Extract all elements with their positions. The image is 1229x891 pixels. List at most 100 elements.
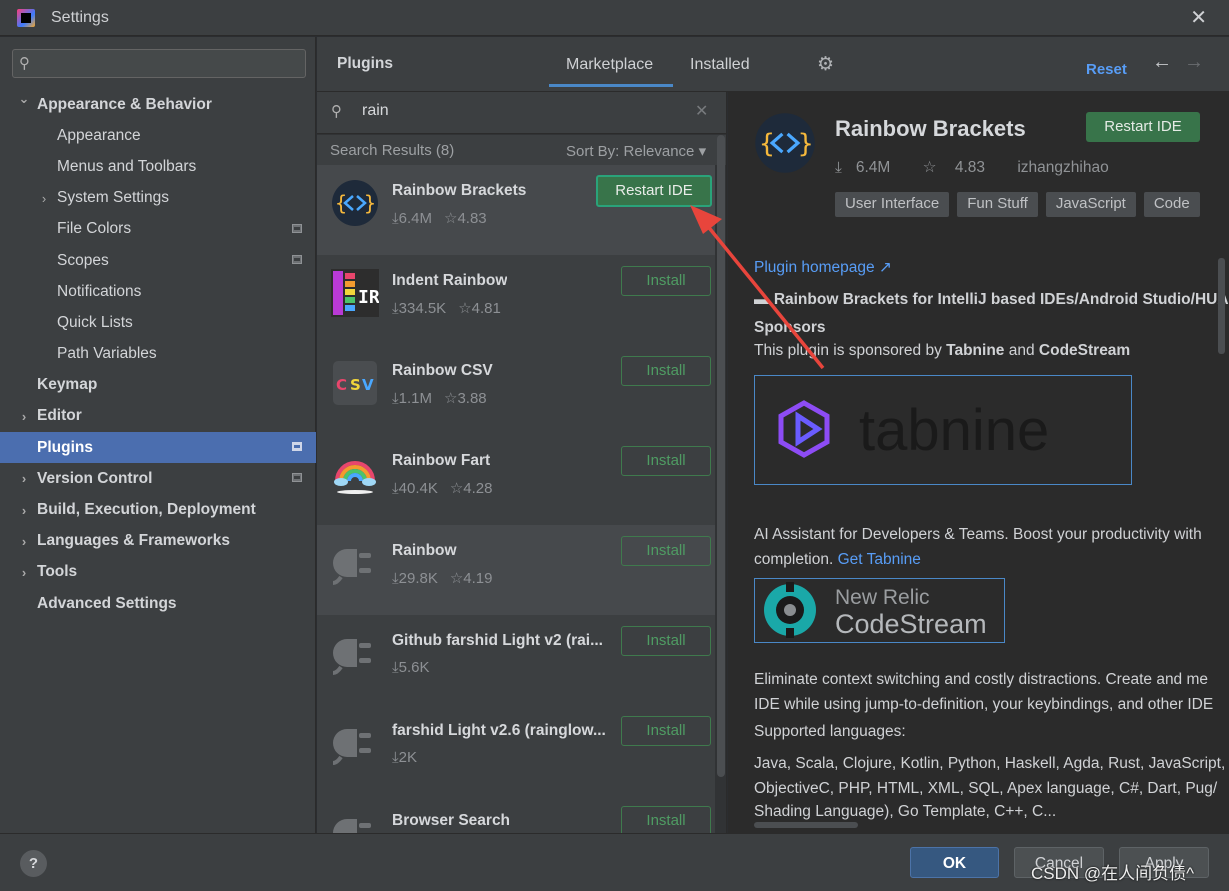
sidebar-item-keymap[interactable]: Keymap	[0, 370, 316, 401]
sidebar-item-label: Path Variables	[57, 345, 157, 363]
sidebar-item-build-execution-deployment[interactable]: › Build, Execution, Deployment	[0, 494, 316, 525]
sidebar-item-quick-lists[interactable]: Quick Lists	[0, 307, 316, 338]
ai-assistant-text-line2: completion. Get Tabnine	[754, 551, 921, 568]
install-button[interactable]: Install	[621, 356, 711, 386]
plug-icon	[331, 719, 379, 767]
chevron-right-icon[interactable]: ›	[17, 565, 31, 580]
plugin-list-item[interactable]: farshid Light v2.6 (rainglow... ⤓2K Instal…	[317, 705, 715, 795]
sidebar-item-version-control[interactable]: › Version Control	[0, 463, 316, 494]
sidebar-item-system-settings[interactable]: › System Settings	[0, 183, 316, 214]
sidebar-item-scopes[interactable]: Scopes	[0, 245, 316, 276]
chevron-right-icon[interactable]: ›	[17, 409, 31, 424]
window-title: Settings	[51, 8, 109, 26]
sidebar-item-appearance-behavior[interactable]: ⌄ Appearance & Behavior	[0, 89, 316, 120]
detail-horizontal-scrollbar[interactable]	[754, 822, 858, 828]
codestream-text-line1: Eliminate context switching and costly d…	[754, 671, 1209, 688]
codestream-banner[interactable]: New Relic CodeStream	[754, 578, 1005, 643]
detail-scrollbar[interactable]	[1218, 258, 1225, 354]
install-button[interactable]: Install	[621, 806, 711, 833]
sort-dropdown[interactable]: Sort By: Relevance ▾	[566, 142, 706, 160]
get-tabnine-link[interactable]: Get Tabnine	[838, 551, 921, 568]
sidebar-item-notifications[interactable]: Notifications	[0, 276, 316, 307]
search-icon: ⚲	[19, 55, 30, 72]
tab-installed[interactable]: Installed	[690, 56, 750, 74]
install-button[interactable]: Install	[621, 536, 711, 566]
tag-code[interactable]: Code	[1143, 192, 1200, 217]
chevron-right-icon[interactable]: ›	[17, 534, 31, 549]
settings-search-input[interactable]: ⚲	[12, 49, 306, 78]
sidebar-item-label: Version Control	[37, 469, 153, 487]
reset-link[interactable]: Reset	[1086, 61, 1127, 78]
sidebar-item-label: Tools	[37, 563, 78, 581]
plugin-list-scrollbar[interactable]	[717, 135, 725, 777]
detail-restart-ide-button[interactable]: Restart IDE	[1086, 112, 1200, 142]
sidebar-item-file-colors[interactable]: File Colors	[0, 214, 316, 245]
plugins-title: Plugins	[337, 55, 393, 72]
help-button[interactable]: ?	[20, 850, 47, 877]
plugin-list-item[interactable]: {} Rainbow Brackets ⤓6.4M ☆4.83 Restart IDE	[317, 165, 715, 255]
plugin-rating: 4.81	[471, 300, 501, 317]
chevron-right-icon[interactable]: ›	[17, 471, 31, 486]
arrow-left-icon[interactable]: ←	[1152, 51, 1172, 74]
sidebar-item-languages-frameworks[interactable]: › Languages & Frameworks	[0, 526, 316, 557]
plugin-meta: ⤓334.5K ☆4.81	[392, 299, 501, 317]
gear-icon[interactable]: ⚙	[817, 53, 834, 76]
sidebar-item-tools[interactable]: › Tools	[0, 557, 316, 588]
plugin-list-item[interactable]: Github farshid Light v2 (rai... ⤓5.6K Inst…	[317, 615, 715, 705]
download-icon: ⤓	[392, 300, 399, 317]
tag-javascript[interactable]: JavaScript	[1045, 192, 1136, 217]
install-button[interactable]: Install	[621, 446, 711, 476]
install-button[interactable]: Install	[621, 626, 711, 656]
plugin-meta: ⤓1.1M ☆3.88	[392, 389, 487, 407]
download-icon: ⤓	[835, 159, 842, 176]
sidebar-item-plugins[interactable]: Plugins	[0, 432, 316, 464]
plugin-homepage-link[interactable]: Plugin homepage ↗	[754, 258, 892, 277]
project-level-icon	[292, 254, 302, 264]
sidebar-item-label: Appearance & Behavior	[37, 95, 212, 113]
languages-line1: Java, Scala, Clojure, Kotlin, Python, Ha…	[754, 755, 1226, 772]
plugin-name: Rainbow Fart	[392, 452, 491, 469]
detail-plugin-name: Rainbow Brackets	[835, 116, 1026, 141]
plugin-search-query[interactable]: rain	[362, 102, 389, 120]
plug-icon	[331, 539, 379, 587]
install-button[interactable]: Install	[621, 716, 711, 746]
chevron-right-icon[interactable]: ›	[37, 191, 51, 206]
plugin-list-item[interactable]: IR Indent Rainbow ⤓334.5K ☆4.81 Install	[317, 255, 715, 345]
plugin-search-input[interactable]: ⚲ rain ✕	[317, 92, 726, 134]
install-button[interactable]: Install	[621, 266, 711, 296]
download-icon: ⤓	[392, 480, 399, 497]
plugin-list-pane: ⚲ rain ✕ Search Results (8) Sort By: Rel…	[317, 92, 727, 833]
ok-button[interactable]: OK	[910, 847, 999, 878]
sidebar-item-path-variables[interactable]: Path Variables	[0, 339, 316, 370]
plugin-list: {} Rainbow Brackets ⤓6.4M ☆4.83 Restart IDE I…	[317, 165, 715, 833]
chevron-down-icon[interactable]: ⌄	[17, 91, 31, 107]
sidebar-item-editor[interactable]: › Editor	[0, 401, 316, 432]
star-icon: ☆	[444, 210, 458, 227]
plugin-meta: ⤓5.6K	[392, 659, 430, 676]
plugin-downloads: 2K	[398, 749, 417, 766]
tag-user-interface[interactable]: User Interface	[835, 192, 950, 217]
chevron-right-icon[interactable]: ›	[17, 503, 31, 518]
anchor-icon: ▬	[754, 291, 770, 308]
sidebar-item-appearance[interactable]: Appearance	[0, 120, 316, 151]
close-icon[interactable]: ✕	[1190, 8, 1207, 28]
restart-ide-button[interactable]: Restart IDE	[596, 175, 712, 207]
plugin-list-item[interactable]: C S V Rainbow CSV ⤓1.1M ☆3.88 Install	[317, 345, 715, 435]
indent-rainbow-icon: IR	[331, 269, 380, 317]
plugin-list-item[interactable]: Rainbow ⤓29.8K ☆4.19 Install	[317, 525, 715, 615]
detail-vendor[interactable]: izhangzhihao	[1017, 159, 1108, 176]
tab-marketplace[interactable]: Marketplace	[566, 56, 653, 74]
plugin-rating: 4.19	[463, 570, 493, 587]
plugin-name: Browser Search	[392, 812, 511, 829]
plugin-list-item[interactable]: Rainbow Fart ⤓40.4K ☆4.28 Install	[317, 435, 715, 525]
rainbow-fart-icon	[331, 449, 379, 497]
plugin-downloads: 334.5K	[398, 300, 447, 317]
sidebar-item-advanced-settings[interactable]: Advanced Settings	[0, 588, 316, 619]
clear-search-icon[interactable]: ✕	[695, 101, 708, 121]
arrow-right-icon[interactable]: →	[1184, 51, 1204, 74]
tabnine-banner[interactable]: tabnine	[754, 375, 1132, 485]
title-bar: Settings ✕	[0, 0, 1229, 36]
tag-fun-stuff[interactable]: Fun Stuff	[957, 192, 1038, 217]
sidebar-item-menus-and-toolbars[interactable]: Menus and Toolbars	[0, 151, 316, 182]
plugin-list-item[interactable]: Browser Search Install	[317, 795, 715, 833]
